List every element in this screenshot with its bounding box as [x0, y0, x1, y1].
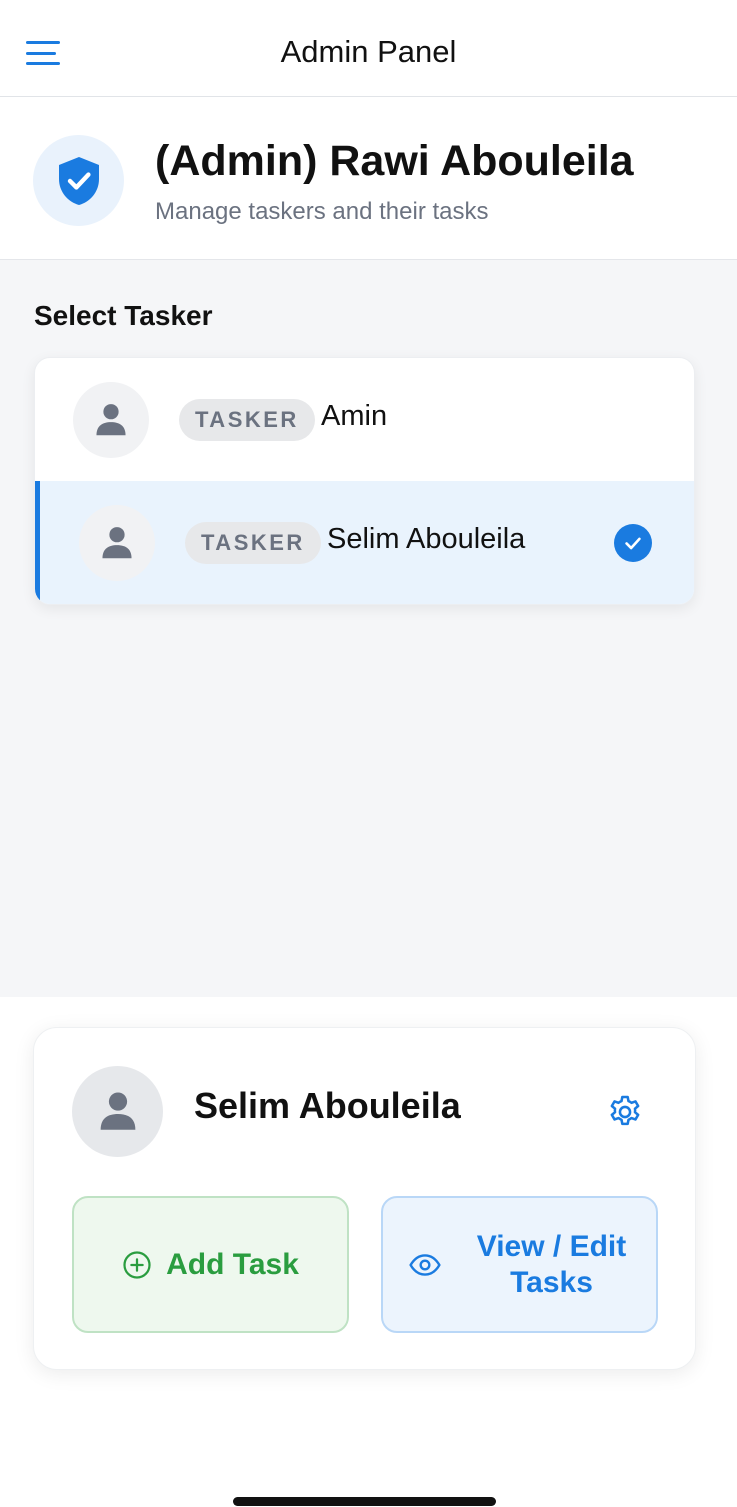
admin-avatar: [33, 135, 124, 226]
tasker-list: TASKER Amin TASKER Selim Abouleila: [34, 357, 695, 605]
role-badge: TASKER: [179, 399, 315, 441]
admin-profile-header: (Admin) Rawi Abouleila Manage taskers an…: [0, 97, 737, 260]
view-edit-label-line2: Tasks: [510, 1265, 593, 1299]
top-nav-bar: Admin Panel: [0, 0, 737, 97]
admin-panel-screen: Admin Panel (Admin) Rawi Abouleila Manag…: [0, 0, 737, 1507]
avatar: [73, 382, 149, 458]
tasker-selection-area: Select Tasker TASKER Amin TASKER Selim A…: [0, 260, 737, 997]
tasker-detail-card: Selim Abouleila Add Task View / Edit Tas…: [33, 1027, 696, 1370]
person-icon: [100, 1092, 135, 1130]
person-icon: [102, 527, 132, 559]
checkmark-circle-icon: [614, 524, 652, 562]
gear-icon[interactable]: [606, 1093, 644, 1131]
view-edit-tasks-label: View / Edit Tasks: [472, 1229, 632, 1301]
tasker-row-selim-abouleila[interactable]: TASKER Selim Abouleila: [35, 481, 694, 604]
selected-tasker-sheet: Selim Abouleila Add Task View / Edit Tas…: [0, 997, 737, 1507]
add-task-label: Add Task: [166, 1247, 299, 1281]
person-icon: [96, 404, 126, 436]
tasker-name: Amin: [321, 400, 388, 432]
role-badge: TASKER: [185, 522, 321, 564]
plus-circle-icon: [123, 1250, 151, 1279]
admin-name: (Admin) Rawi Abouleila: [155, 137, 634, 185]
view-edit-label-line1: View / Edit: [476, 1229, 627, 1263]
eye-icon: [408, 1253, 441, 1276]
tasker-row-amin[interactable]: TASKER Amin: [35, 358, 694, 481]
page-title: Admin Panel: [280, 34, 457, 69]
selected-tasker-name: Selim Abouleila: [194, 1085, 461, 1126]
view-edit-tasks-button[interactable]: View / Edit Tasks: [381, 1196, 658, 1333]
admin-subtitle: Manage taskers and their tasks: [155, 198, 489, 225]
shield-check-icon: [58, 156, 99, 205]
add-task-button[interactable]: Add Task: [72, 1196, 349, 1333]
home-indicator[interactable]: [233, 1497, 496, 1506]
avatar: [79, 505, 155, 581]
section-label: Select Tasker: [34, 300, 213, 331]
tasker-name: Selim Abouleila: [327, 523, 526, 555]
avatar: [72, 1066, 163, 1157]
